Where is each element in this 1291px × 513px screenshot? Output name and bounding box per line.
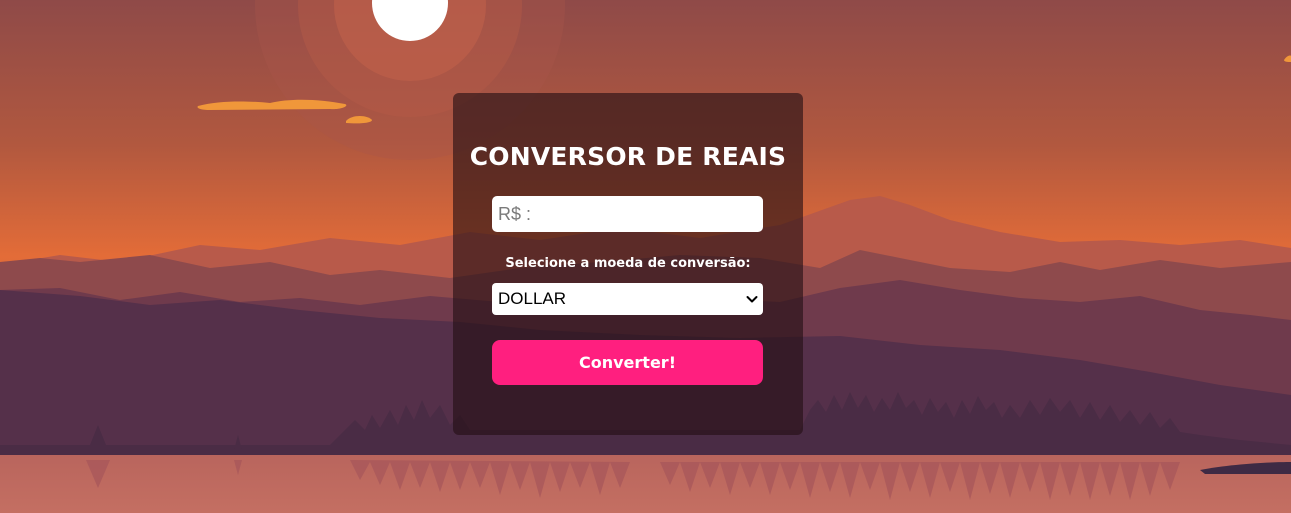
amount-input[interactable] xyxy=(492,196,763,232)
convert-button[interactable]: Converter! xyxy=(492,340,763,385)
page-title: CONVERSOR DE REAIS xyxy=(469,142,787,171)
converter-card: CONVERSOR DE REAIS Selecione a moeda de … xyxy=(453,93,803,435)
currency-selected-value: DOLLAR xyxy=(498,289,567,308)
currency-select-label: Selecione a moeda de conversão: xyxy=(505,256,751,271)
chevron-down-icon xyxy=(746,296,758,303)
currency-select[interactable]: DOLLAR xyxy=(492,283,763,315)
